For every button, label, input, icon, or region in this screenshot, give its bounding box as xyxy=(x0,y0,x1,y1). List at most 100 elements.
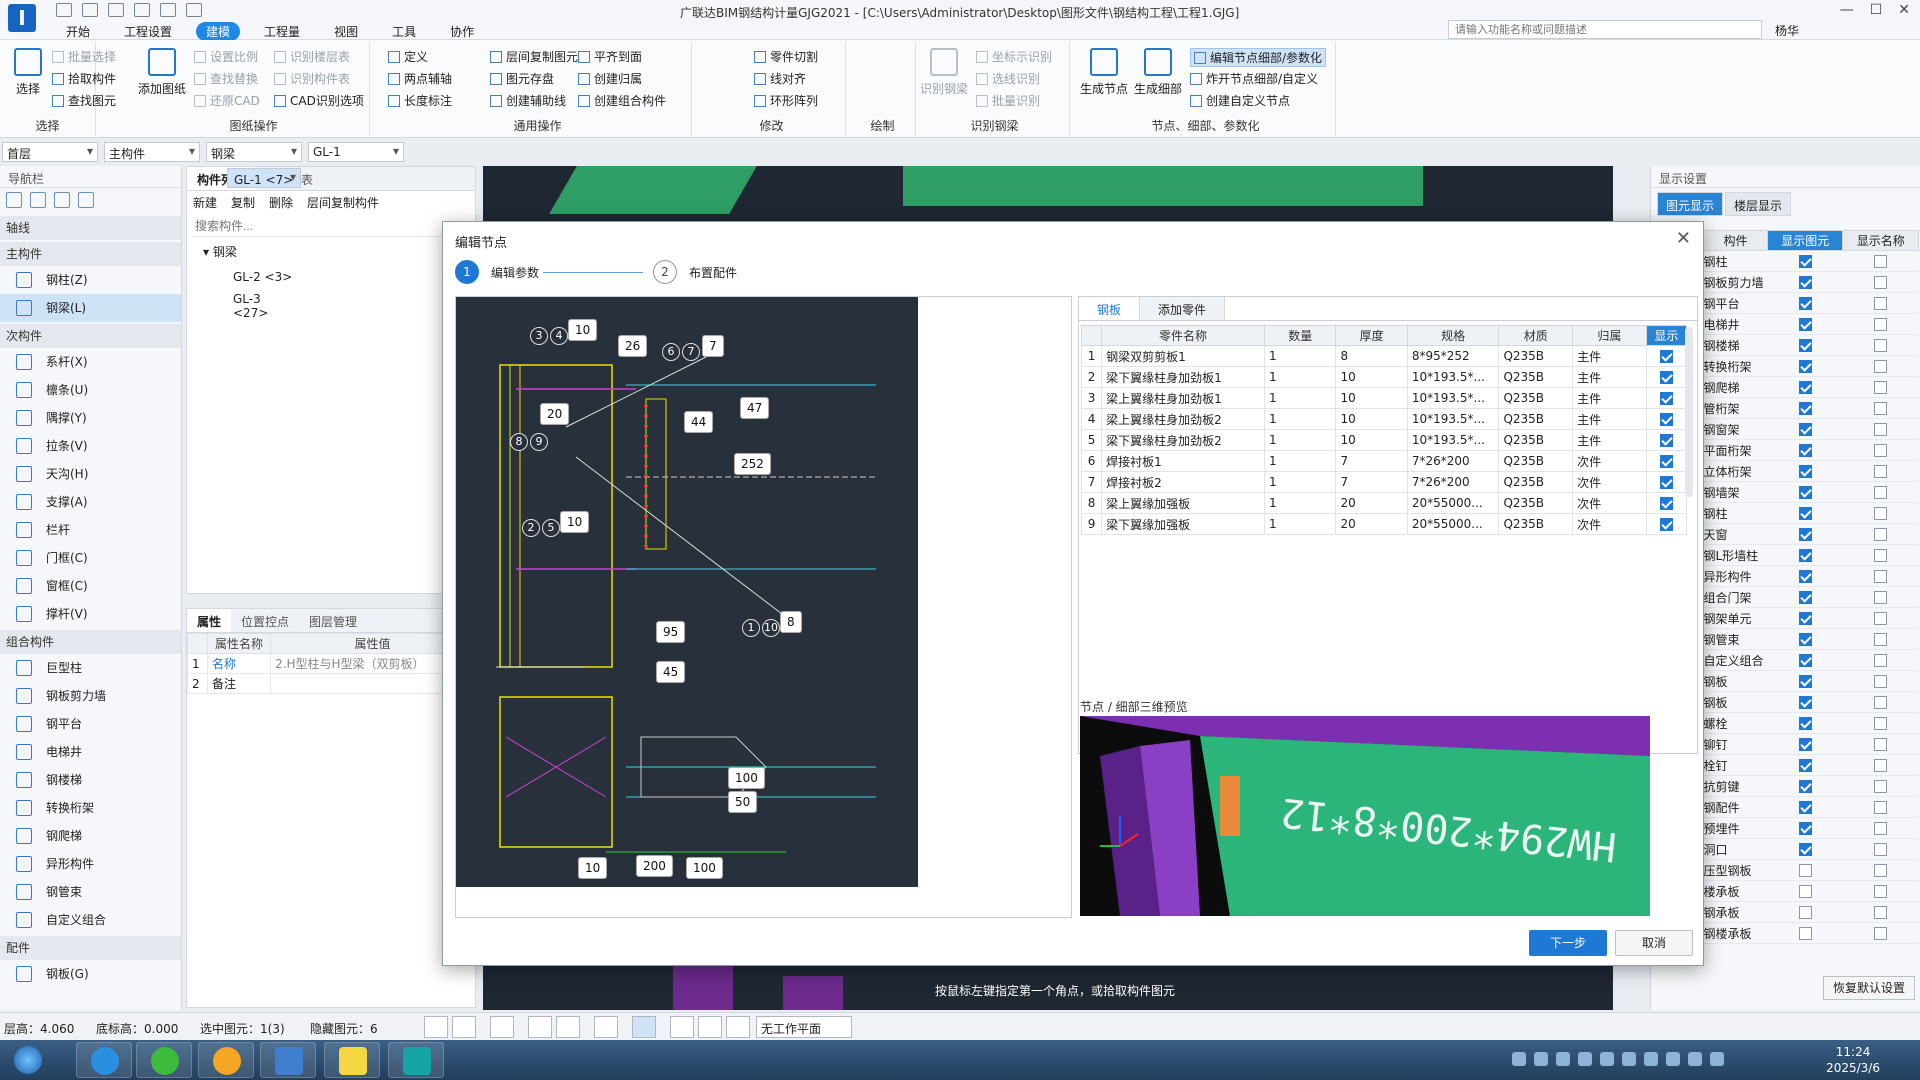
sidebar-item[interactable]: 钢板剪力墙 xyxy=(0,682,181,710)
tree-item-gl1[interactable]: GL-1 <7> xyxy=(227,168,301,188)
part-display-checkbox[interactable] xyxy=(1659,455,1673,468)
parts-cell[interactable]: 10*193.5*... xyxy=(1406,408,1500,430)
minimize-icon[interactable]: — xyxy=(1840,2,1854,18)
sidebar-item[interactable]: 电梯井 xyxy=(0,738,181,766)
show-element-checkbox[interactable] xyxy=(1798,318,1812,331)
new-file-icon[interactable] xyxy=(56,3,72,17)
tab-position-points[interactable]: 位置控点 xyxy=(231,609,299,632)
part-display-checkbox[interactable] xyxy=(1659,434,1673,447)
parts-cell[interactable]: 梁下翼缘柱身加劲板1 xyxy=(1101,366,1266,388)
parts-cell[interactable]: 10 xyxy=(1335,366,1408,388)
dimension-label[interactable]: 7 xyxy=(702,335,724,357)
part-display-checkbox[interactable] xyxy=(1659,497,1673,510)
show-name-checkbox[interactable] xyxy=(1874,255,1888,268)
sidebar-item[interactable]: 窗框(C) xyxy=(0,572,181,600)
parts-cell[interactable]: 20*55000... xyxy=(1406,513,1500,535)
show-name-checkbox[interactable] xyxy=(1874,906,1888,919)
table-row[interactable]: 1 钢梁双剪剪板1 1 8 8*95*252 Q235B 主件 xyxy=(1080,345,1688,367)
part-display-checkbox[interactable] xyxy=(1659,518,1673,531)
sidebar-item[interactable]: 门框(C) xyxy=(0,544,181,572)
parts-cell[interactable]: 7 xyxy=(1335,471,1408,493)
show-name-checkbox[interactable] xyxy=(1874,864,1888,877)
3d-preview[interactable]: HW294*200*8*12 xyxy=(1080,716,1650,916)
parts-cell[interactable]: 2 xyxy=(1080,366,1103,388)
part-display-checkbox[interactable] xyxy=(1659,413,1673,426)
parts-cell[interactable]: 1 xyxy=(1264,366,1337,388)
parts-cell[interactable]: 8 xyxy=(1080,492,1103,514)
batch-select-button[interactable]: 批量选择 xyxy=(52,48,116,65)
ring-array-button[interactable]: 环形阵列 xyxy=(754,92,818,109)
table-row[interactable]: 7 焊接衬板2 1 7 7*26*200 Q235B 次件 xyxy=(1080,471,1688,493)
tab-project-settings[interactable]: 工程设置 xyxy=(114,22,182,41)
show-name-checkbox[interactable] xyxy=(1874,927,1888,940)
parts-cell[interactable]: Q235B xyxy=(1498,429,1574,451)
tab-tools[interactable]: 工具 xyxy=(382,22,426,41)
next-button[interactable]: 下一步 xyxy=(1529,930,1607,956)
parts-cell[interactable]: 钢梁双剪剪板1 xyxy=(1101,345,1266,367)
component-category-select[interactable]: 钢梁 xyxy=(206,142,302,162)
dimension-label[interactable]: 200 xyxy=(636,855,673,877)
step-edit-params[interactable]: 1 编辑参数 xyxy=(455,260,539,284)
copy-layer-component-button[interactable]: 层间复制构件 xyxy=(307,194,379,212)
dimension-label[interactable]: 20 xyxy=(540,403,570,425)
sidebar-item[interactable]: 钢平台 xyxy=(0,710,181,738)
tab-element-display[interactable]: 图元显示 xyxy=(1657,192,1724,216)
reset-default-button[interactable]: 恢复默认设置 xyxy=(1823,976,1915,1000)
nav-category[interactable]: 组合构件 xyxy=(0,630,181,654)
show-element-checkbox[interactable] xyxy=(1798,717,1812,730)
parts-cell[interactable]: 6 xyxy=(1080,450,1103,472)
parts-cell[interactable]: 8 xyxy=(1335,345,1408,367)
tab-layer-management[interactable]: 图层管理 xyxy=(299,609,367,632)
sidebar-item[interactable]: 系杆(X) xyxy=(0,348,181,376)
parts-cell[interactable]: 主件 xyxy=(1572,345,1647,367)
two-point-axis-button[interactable]: 两点辅轴 xyxy=(388,70,452,87)
table-row[interactable]: 1 名称 2.H型柱与H型梁（双剪板） xyxy=(187,653,475,674)
grid-view-icon[interactable] xyxy=(30,192,46,208)
table-row[interactable]: 4 梁上翼缘柱身加劲板2 1 10 10*193.5*... Q235B 主件 xyxy=(1080,408,1688,430)
table-row[interactable]: 2 备注 xyxy=(187,673,475,694)
show-name-checkbox[interactable] xyxy=(1874,465,1888,478)
parts-cell[interactable]: 8*95*252 xyxy=(1406,345,1500,367)
floor-select[interactable]: 首层 xyxy=(2,142,98,162)
nav-category[interactable]: 配件 xyxy=(0,936,181,960)
maximize-icon[interactable]: ☐ xyxy=(1870,2,1883,18)
tab-collaborate[interactable]: 协作 xyxy=(440,22,484,41)
pick-component-button[interactable]: 拾取构件 xyxy=(52,70,116,87)
parts-cell[interactable]: 7 xyxy=(1335,450,1408,472)
tab-floor-display[interactable]: 楼层显示 xyxy=(1725,192,1792,216)
parts-cell[interactable]: 20 xyxy=(1335,513,1408,535)
taskbar-app-glodon[interactable] xyxy=(76,1042,132,1078)
component-type-select[interactable]: 主构件 xyxy=(104,142,200,162)
show-element-checkbox[interactable] xyxy=(1798,423,1812,436)
parts-cell[interactable]: 主件 xyxy=(1572,366,1647,388)
parts-cell[interactable]: 7*26*200 xyxy=(1406,471,1500,493)
parts-cell[interactable]: 1 xyxy=(1264,387,1337,409)
nav-category[interactable]: 主构件 xyxy=(0,242,181,266)
nav-category[interactable]: 次构件 xyxy=(0,324,181,348)
tree-root-steel-beam[interactable]: ▾ 钢梁 xyxy=(187,237,475,266)
sidebar-item[interactable]: 撑杆(V) xyxy=(0,600,181,628)
dimension-label[interactable]: 10 xyxy=(578,857,608,879)
cad-options-button[interactable]: CAD识别选项 xyxy=(274,92,364,109)
show-element-checkbox[interactable] xyxy=(1798,906,1812,919)
table-row[interactable]: 6 焊接衬板1 1 7 7*26*200 Q235B 次件 xyxy=(1080,450,1688,472)
show-name-checkbox[interactable] xyxy=(1874,549,1888,562)
show-element-checkbox[interactable] xyxy=(1798,612,1812,625)
tray-icon[interactable] xyxy=(1600,1052,1614,1066)
3d-view-icon[interactable] xyxy=(490,1016,514,1038)
component-name-select[interactable]: GL-1 xyxy=(308,142,404,162)
show-name-checkbox[interactable] xyxy=(1874,654,1888,667)
tree-item-gl3[interactable]: GL-3 <27> xyxy=(227,288,301,324)
tray-icon[interactable] xyxy=(1534,1052,1548,1066)
show-name-checkbox[interactable] xyxy=(1874,381,1888,394)
parts-cell[interactable]: 次件 xyxy=(1572,450,1647,472)
parts-cell[interactable]: 1 xyxy=(1264,492,1337,514)
sidebar-item[interactable]: 支撑(A) xyxy=(0,488,181,516)
restore-cad-button[interactable]: 还原CAD xyxy=(194,92,260,109)
parts-cell[interactable]: 主件 xyxy=(1572,408,1647,430)
line-align-button[interactable]: 线对齐 xyxy=(754,70,806,87)
parts-cell[interactable]: 7*26*200 xyxy=(1406,450,1500,472)
parts-cell[interactable]: Q235B xyxy=(1498,345,1574,367)
sidebar-item[interactable]: 转换桁架 xyxy=(0,794,181,822)
tree-item-gl2[interactable]: GL-2 <3> xyxy=(227,266,301,288)
